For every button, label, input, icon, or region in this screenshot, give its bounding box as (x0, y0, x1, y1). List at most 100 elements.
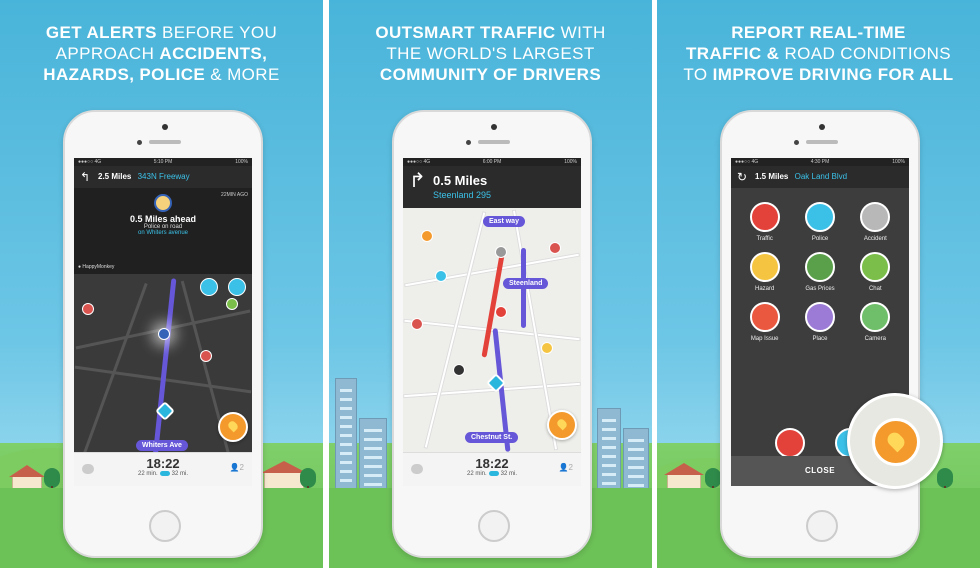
accident-icon (860, 202, 891, 232)
turn-street: Steenland 295 (433, 190, 492, 200)
turn-distance: 1.5 Miles (755, 172, 789, 181)
report-chat[interactable]: Chat (848, 252, 903, 292)
police-marker-icon[interactable] (158, 328, 170, 340)
report-grid: Traffic Police Accident Hazard Gas Price… (737, 202, 903, 342)
building (335, 378, 357, 498)
wazer-marker-icon[interactable] (549, 242, 561, 254)
report-button[interactable] (218, 412, 248, 442)
building (359, 418, 387, 498)
thumbs-up-icon[interactable] (200, 278, 218, 296)
people-icon[interactable]: 👤2 (230, 463, 244, 472)
speaker (149, 140, 181, 144)
app-screen: ●●●○○ 4G 6:00 PM 100% ↱ 0.5 Miles Steenl… (403, 158, 581, 486)
eta-time: 18:22 (146, 456, 180, 471)
building (597, 408, 621, 498)
alert-title: 0.5 Miles ahead (129, 214, 197, 224)
place-icon (804, 302, 835, 332)
wazer-marker-icon[interactable] (226, 298, 238, 310)
phone: ●●●○○ 4G 4:30 PM 100% ↻ 1.5 Miles Oak La… (720, 110, 920, 558)
report-police[interactable]: Police (792, 202, 847, 242)
eta-duration: 22 min. (137, 471, 158, 478)
eta-bar[interactable]: 18:22 22 min. 32 mi. 👤2 (74, 452, 252, 486)
headline: GET ALERTS BEFORE YOU APPROACH ACCIDENTS… (43, 23, 280, 84)
front-camera (137, 140, 142, 145)
report-hazard[interactable]: Hazard (737, 252, 792, 292)
wazer-marker-icon[interactable] (453, 364, 465, 376)
turn-instruction[interactable]: ↱ 0.5 Miles Steenland 295 (403, 166, 581, 208)
panel-report: REPORT REAL-TIME TRAFFIC & ROAD CONDITIO… (657, 0, 980, 568)
report-map-issue[interactable]: Map Issue (737, 302, 792, 342)
speaker (806, 140, 838, 144)
gas-pump-icon (804, 252, 835, 282)
report-place[interactable]: Place (792, 302, 847, 342)
thanks-icon[interactable] (228, 278, 246, 296)
eta-bar[interactable]: 18:22 22 min. 32 mi. 👤2 (403, 452, 581, 486)
turn-right-icon: ↱ (409, 170, 426, 192)
front-camera (794, 140, 799, 145)
report-button[interactable] (547, 410, 577, 440)
map-issue-icon (749, 302, 780, 332)
people-icon[interactable]: 👤2 (559, 463, 573, 472)
speaker (478, 140, 510, 144)
headline: REPORT REAL-TIME TRAFFIC & ROAD CONDITIO… (683, 23, 954, 84)
report-traffic[interactable]: Traffic (737, 202, 792, 242)
street-pill: Chestnut St. (465, 432, 519, 443)
camera-icon (860, 302, 891, 332)
report-camera[interactable]: Camera (848, 302, 903, 342)
turn-instruction[interactable]: ↻ 1.5 Miles Oak Land Blvd (731, 166, 909, 188)
street-pill: East way (483, 216, 525, 227)
camera (491, 124, 497, 130)
home-button[interactable] (149, 510, 181, 542)
turn-distance: 2.5 Miles (98, 172, 132, 181)
car-icon (488, 471, 499, 476)
alert-time: 22MIN AGO (221, 192, 248, 198)
accident-marker-icon[interactable] (200, 350, 212, 362)
front-camera (466, 140, 471, 145)
hazard-marker-icon[interactable] (411, 318, 423, 330)
report-button-zoom (847, 393, 943, 489)
turn-distance: 0.5 Miles (433, 173, 488, 188)
hazard-icon (749, 252, 780, 282)
status-bar: ●●●○○ 4G 5:10 PM 100% (74, 158, 252, 166)
eta-distance: 32 mi. (171, 471, 189, 478)
car-icon (159, 471, 170, 476)
traffic-marker-icon[interactable] (495, 246, 507, 258)
report-gas-prices[interactable]: Gas Prices (792, 252, 847, 292)
wazer-marker-icon[interactable] (421, 230, 433, 242)
eta-time: 18:22 (475, 456, 509, 471)
speech-bubble-icon[interactable] (411, 464, 423, 474)
closure-icon[interactable] (775, 428, 805, 458)
roundabout-icon: ↻ (737, 170, 748, 184)
chat-icon (860, 252, 891, 282)
eta-duration: 22 min. (466, 471, 487, 478)
reporter[interactable]: ● HappyMonkey (78, 264, 114, 270)
status-bar: ●●●○○ 4G 6:00 PM 100% (403, 158, 581, 166)
status-bar: ●●●○○ 4G 4:30 PM 100% (731, 158, 909, 166)
screenshot-strip: GET ALERTS BEFORE YOU APPROACH ACCIDENTS… (0, 0, 980, 568)
alert-card[interactable]: 22MIN AGO 0.5 Miles ahead Police on road… (74, 188, 252, 274)
panel-alerts: GET ALERTS BEFORE YOU APPROACH ACCIDENTS… (0, 0, 323, 568)
police-marker-icon[interactable] (435, 270, 447, 282)
camera (162, 124, 168, 130)
report-pin-icon[interactable] (872, 418, 920, 466)
warning-icon[interactable] (541, 342, 553, 354)
speech-bubble-icon[interactable] (82, 464, 94, 474)
map-view[interactable]: East way Steenland Chestnut St. (403, 208, 581, 452)
turn-instruction[interactable]: ↰ 2.5 Miles 343N Freeway (74, 166, 252, 188)
eta-distance: 32 mi. (500, 471, 518, 478)
report-accident[interactable]: Accident (848, 202, 903, 242)
home-button[interactable] (478, 510, 510, 542)
police-icon (154, 194, 172, 212)
phone: ●●●○○ 4G 6:00 PM 100% ↱ 0.5 Miles Steenl… (392, 110, 592, 558)
street-pill: Steenland (503, 278, 549, 289)
police-icon (804, 202, 835, 232)
phone: ●●●○○ 4G 5:10 PM 100% ↰ 2.5 Miles 343N F… (63, 110, 263, 558)
alert-location: on Whiters avenue (137, 230, 189, 236)
headline: OUTSMART TRAFFIC WITH THE WORLD'S LARGES… (375, 23, 606, 84)
hazard-marker-icon[interactable] (82, 303, 94, 315)
traffic-icon (749, 202, 780, 232)
accident-marker-icon[interactable] (495, 306, 507, 318)
street-pill: Whiters Ave (136, 440, 188, 451)
home-button[interactable] (806, 510, 838, 542)
camera (819, 124, 825, 130)
